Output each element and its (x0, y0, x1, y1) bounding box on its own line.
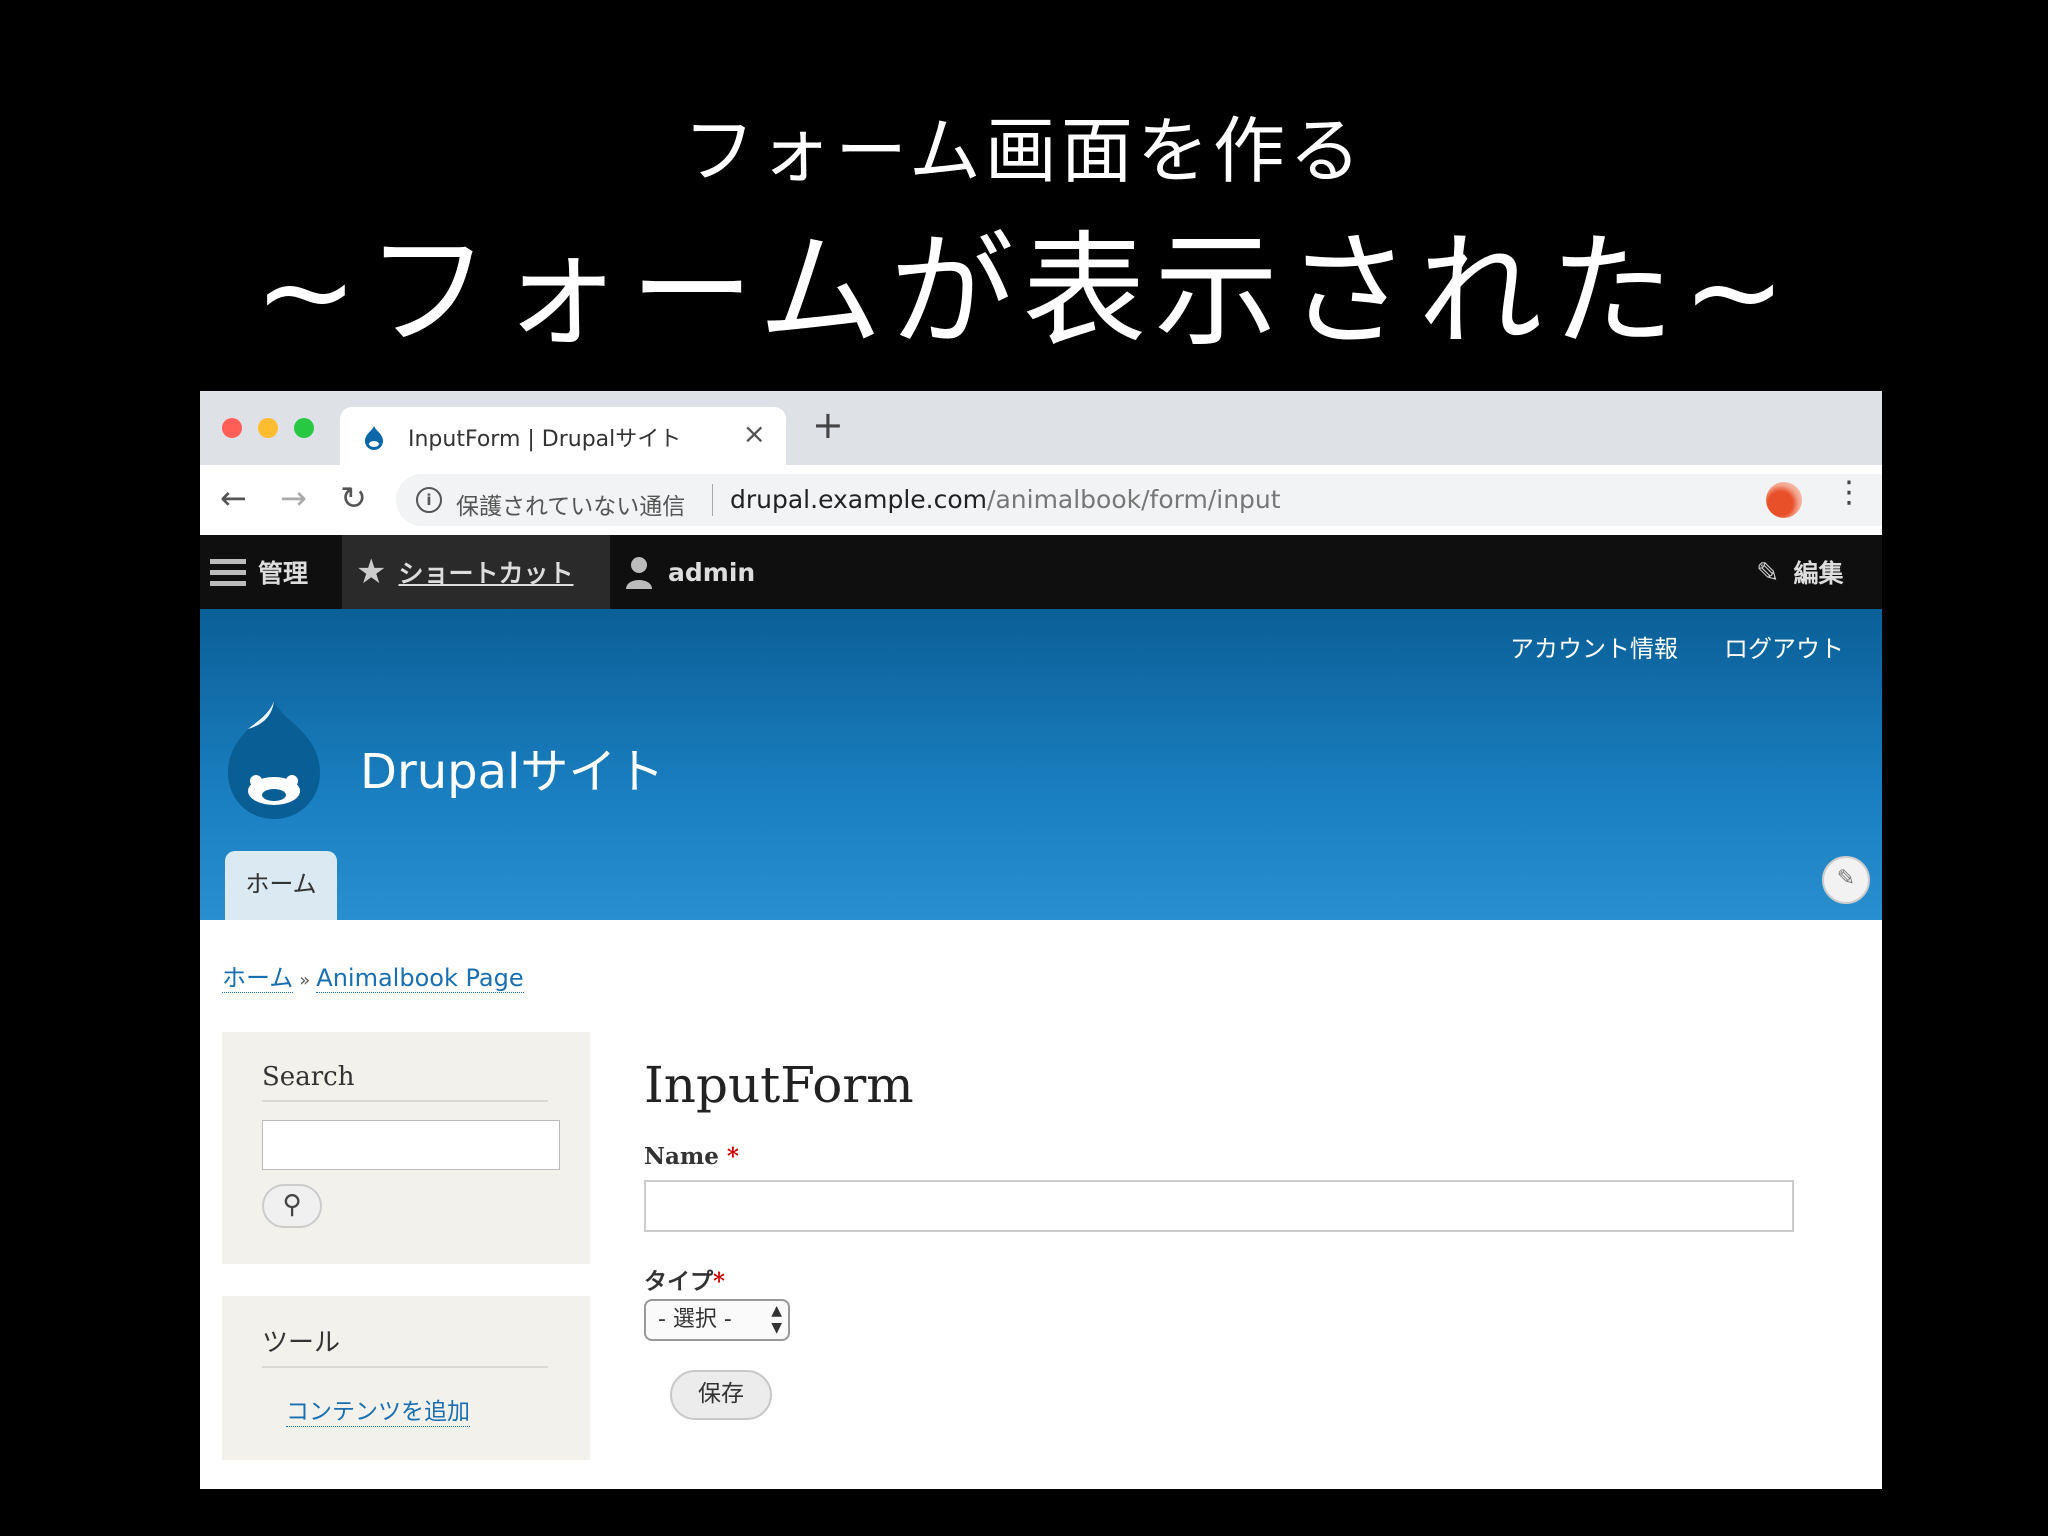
info-icon[interactable]: i (416, 487, 442, 513)
search-block: Search ⚲ (222, 1032, 590, 1264)
close-window-button[interactable] (222, 418, 242, 438)
name-field-label: Name * (644, 1143, 739, 1170)
slide-title: ~フォームが表示された~ (253, 220, 1795, 364)
logout-link[interactable]: ログアウト (1724, 629, 1844, 664)
url-text[interactable]: drupal.example.com/animalbook/form/input (730, 485, 1281, 514)
browser-toolbar: ← → ↻ i 保護されていない通信 drupal.example.com/an… (200, 465, 1882, 535)
edit-layout-icon[interactable]: ✎ (1822, 856, 1870, 904)
save-button[interactable]: 保存 (670, 1370, 772, 1420)
add-content-link[interactable]: コンテンツを追加 (286, 1392, 470, 1427)
account-link[interactable]: アカウント情報 (1510, 629, 1678, 664)
drupal-logo-icon[interactable] (222, 699, 326, 821)
address-divider (712, 484, 713, 516)
back-arrow-icon[interactable]: ← (220, 479, 247, 517)
search-input[interactable] (262, 1120, 560, 1170)
maximize-window-button[interactable] (294, 418, 314, 438)
search-block-divider (262, 1100, 548, 1102)
toolbar-user-label: admin (668, 557, 756, 587)
required-marker: * (713, 1268, 726, 1295)
browser-window: InputForm | Drupalサイト × + ← → ↻ i 保護されてい… (200, 391, 1882, 1489)
close-tab-icon[interactable]: × (743, 417, 766, 450)
url-host: drupal.example.com (730, 485, 988, 514)
name-field[interactable] (644, 1180, 1794, 1232)
name-label-text: Name (644, 1143, 719, 1170)
admin-toolbar: 管理 ★ ショートカット admin ✎ 編集 (200, 535, 1882, 609)
url-path: /animalbook/form/input (987, 485, 1281, 514)
tab-title: InputForm | Drupalサイト (408, 427, 682, 452)
breadcrumb-separator: » (299, 970, 311, 991)
slide-subtitle: フォーム画面を作る (683, 109, 1365, 193)
hamburger-icon (210, 553, 246, 592)
type-select[interactable]: - 選択 - ▲ ▼ (644, 1299, 790, 1341)
site-name[interactable]: Drupalサイト (360, 732, 664, 802)
toolbar-shortcuts-label: ショートカット (398, 559, 574, 588)
tools-block: ツール コンテンツを追加 (222, 1296, 590, 1460)
tab-bar: InputForm | Drupalサイト × + (200, 391, 1882, 465)
search-icon[interactable]: ⚲ (262, 1184, 322, 1228)
reload-icon[interactable]: ↻ (340, 479, 367, 517)
tools-block-title: ツール (262, 1328, 341, 1358)
tools-block-divider (262, 1366, 548, 1368)
search-block-title: Search (262, 1062, 355, 1092)
breadcrumb: ホーム» Animalbook Page (222, 958, 524, 993)
address-bar[interactable]: i 保護されていない通信 drupal.example.com/animalbo… (396, 474, 1882, 526)
star-icon: ★ (356, 552, 387, 592)
drupal-favicon-icon (365, 426, 383, 450)
toolbar-manage[interactable]: 管理 (210, 535, 340, 609)
toolbar-edit-label: 編集 (1793, 559, 1844, 588)
toolbar-manage-label: 管理 (258, 559, 309, 588)
minimize-window-button[interactable] (258, 418, 278, 438)
security-status[interactable]: 保護されていない通信 (456, 487, 685, 521)
type-field-label: タイプ* (644, 1262, 725, 1296)
required-marker: * (726, 1143, 739, 1170)
breadcrumb-current-link[interactable]: Animalbook Page (316, 964, 524, 993)
toolbar-shortcuts[interactable]: ★ ショートカット (342, 535, 610, 609)
forward-arrow-icon[interactable]: → (280, 479, 307, 517)
user-icon (626, 557, 652, 589)
toolbar-edit[interactable]: ✎ 編集 (1756, 535, 1843, 609)
toolbar-user[interactable]: admin (624, 535, 755, 609)
type-select-value: - 選択 - (658, 1307, 732, 1332)
breadcrumb-home-link[interactable]: ホーム (222, 964, 294, 993)
tab-home[interactable]: ホーム (225, 851, 337, 920)
menu-dots-icon[interactable]: ⋮ (1834, 475, 1864, 510)
profile-avatar[interactable] (1766, 482, 1802, 518)
page-title: InputForm (644, 1056, 914, 1114)
select-arrows-icon: ▲ ▼ (771, 1303, 782, 1336)
site-header: アカウント情報 ログアウト Drupalサイト ホーム ✎ (200, 609, 1882, 920)
pencil-icon: ✎ (1756, 555, 1780, 589)
new-tab-icon[interactable]: + (812, 403, 844, 447)
browser-tab[interactable]: InputForm | Drupalサイト × (340, 407, 786, 465)
type-label-text: タイプ (644, 1268, 713, 1295)
